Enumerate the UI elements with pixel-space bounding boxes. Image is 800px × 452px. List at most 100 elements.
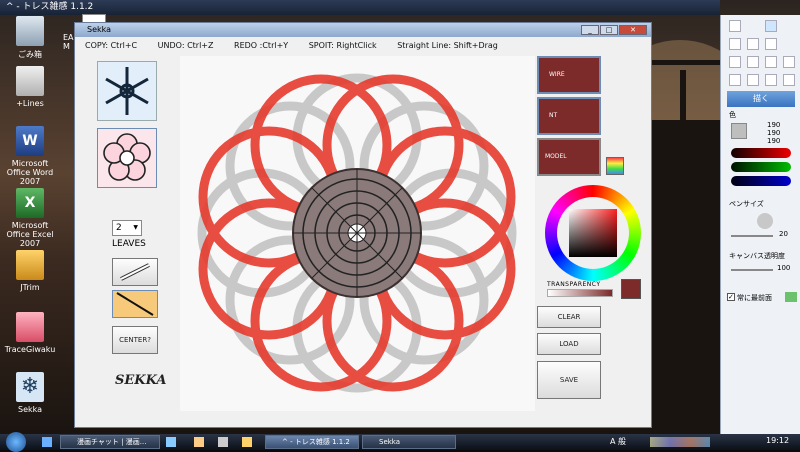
clear-label: CLEAR — [557, 313, 581, 321]
ie-icon[interactable] — [42, 437, 52, 447]
pen-tool-button[interactable] — [112, 258, 158, 286]
draw-button[interactable]: 描く — [727, 91, 795, 107]
always-front-label: 常に最前面 — [737, 294, 772, 302]
maximize-button[interactable]: □ — [600, 25, 618, 35]
center-label: CENTER? — [119, 336, 151, 344]
task-trace[interactable]: ^ - トレス雑感 1.1.2 — [265, 435, 359, 449]
leaves-select[interactable]: 2 ▼ — [112, 220, 142, 236]
drawing-canvas[interactable] — [180, 56, 535, 411]
desktop-icon-jtrim[interactable]: JTrim — [0, 250, 60, 292]
trace-side-panel: 描く 色 190 190 190 ペンサイズ 20 キャンバス透明度 100 ✓… — [720, 15, 800, 434]
recycle-bin-icon — [16, 16, 44, 46]
tool-grid — [729, 20, 795, 88]
sekka-logo: SEKKA — [115, 373, 167, 388]
settings-icon[interactable] — [783, 74, 795, 86]
mandala-drawing — [197, 73, 517, 393]
desktop-icon-word[interactable]: W Microsoft Office Word 2007 — [0, 126, 60, 186]
desktop-icon-label: Microsoft Office Excel 2007 — [6, 221, 54, 248]
snowflake-preview-button[interactable] — [97, 61, 157, 121]
color-wheel[interactable] — [545, 185, 641, 281]
excel-icon: X — [16, 188, 44, 218]
shape-tool-icon[interactable] — [783, 56, 795, 68]
arrow-left-icon[interactable] — [785, 292, 797, 302]
task-sekka[interactable]: Sekka — [362, 435, 456, 449]
desktop-icon-label: JTrim — [20, 283, 40, 292]
line-tool-button[interactable] — [112, 290, 158, 318]
green-slider[interactable] — [731, 162, 791, 172]
canvas-opacity-label: キャンバス透明度 — [729, 252, 785, 260]
preset-model-label: MODEL — [545, 153, 567, 160]
line-icon — [116, 292, 154, 316]
load-button[interactable]: LOAD — [537, 333, 601, 355]
transparency-label: TRANSPARENCY — [547, 281, 601, 288]
eraser-tool-icon[interactable] — [729, 38, 741, 50]
ime-indicator[interactable]: A 般 — [610, 436, 626, 447]
gray-color-swatch — [731, 123, 747, 139]
saturation-value-square[interactable] — [569, 209, 617, 257]
shortcut-hints: COPY: Ctrl+C UNDO: Ctrl+Z REDO :Ctrl+Y S… — [85, 41, 516, 50]
desktop-icon-recycle-bin[interactable]: ごみ箱 — [0, 16, 60, 60]
quicklaunch-icon-2[interactable] — [194, 437, 204, 447]
desktop-icon-label: Sekka — [17, 405, 43, 414]
save-button[interactable]: SAVE — [537, 361, 601, 399]
desktop-icon-tracegiwaku[interactable]: TraceGiwaku — [0, 312, 60, 354]
shortcut-redo: REDO :Ctrl+Y — [234, 41, 289, 50]
flower-preview-button[interactable] — [97, 128, 157, 188]
tray-icons[interactable] — [650, 437, 710, 447]
blue-slider[interactable] — [731, 176, 791, 186]
desktop-icon-lines[interactable]: +Lines — [0, 66, 60, 108]
clear-button[interactable]: CLEAR — [537, 306, 601, 328]
print-icon[interactable] — [765, 74, 777, 86]
flower-icon — [103, 133, 151, 181]
shortcut-copy: COPY: Ctrl+C — [85, 41, 138, 50]
open-folder-icon[interactable] — [729, 74, 741, 86]
leaves-value: 2 — [116, 223, 122, 233]
undo-tool-icon[interactable] — [765, 20, 777, 32]
chevron-down-icon: ▼ — [133, 224, 138, 231]
desktop-icon-sekka[interactable]: ❄ Sekka — [0, 372, 60, 414]
green-value: 190 — [767, 129, 781, 137]
preset-model-button[interactable]: MODEL — [537, 138, 601, 176]
rgb-values: 190 190 190 — [767, 121, 780, 145]
canvas-opacity-slider[interactable] — [731, 269, 773, 271]
sekka-title-bar[interactable]: Sekka — [75, 23, 651, 37]
pen-size-preview — [757, 213, 773, 229]
transparency-slider[interactable] — [547, 289, 613, 297]
always-front-checkbox[interactable]: ✓ — [727, 293, 735, 301]
minimize-button[interactable]: _ — [581, 25, 599, 35]
task-manga-chat[interactable]: 漫画チャット | 漫画... — [60, 435, 160, 449]
quicklaunch-icon-1[interactable] — [166, 437, 176, 447]
palette-icon[interactable] — [606, 157, 624, 175]
taskbar: 漫画チャット | 漫画... ^ - トレス雑感 1.1.2 Sekka A 般… — [0, 432, 800, 452]
shortcut-straight-line: Straight Line: Shift+Drag — [397, 41, 498, 50]
save-label: SAVE — [559, 376, 579, 384]
pen-icon — [120, 263, 150, 281]
desktop-icon-excel[interactable]: X Microsoft Office Excel 2007 — [0, 188, 60, 248]
color-label: 色 — [729, 111, 736, 119]
quicklaunch-icon-4[interactable] — [242, 437, 252, 447]
pencil-tool-icon[interactable] — [729, 20, 741, 32]
quicklaunch-icon-3[interactable] — [218, 437, 228, 447]
save-disk-icon[interactable] — [747, 74, 759, 86]
move-tool-icon[interactable] — [747, 56, 759, 68]
pen-size-slider[interactable] — [731, 235, 773, 237]
desktop-partial-label: EA M — [63, 33, 74, 51]
preset-nt-button[interactable]: NT — [537, 97, 601, 135]
select-tool-icon[interactable] — [729, 56, 741, 68]
preset-wire-button[interactable]: WIRE — [537, 56, 601, 94]
start-button[interactable] — [6, 432, 26, 452]
desktop-icon-label: ごみ箱 — [18, 50, 42, 59]
center-button[interactable]: CENTER? — [112, 326, 158, 354]
desktop-icon-label: Microsoft Office Word 2007 — [6, 159, 54, 186]
tracegiwaku-icon — [16, 312, 44, 342]
preset-nt-label: NT — [549, 112, 558, 119]
pen-size-label: ペンサイズ — [729, 200, 764, 208]
copy-tool-icon[interactable] — [747, 38, 759, 50]
snowflake-icon: ❄ — [16, 372, 44, 402]
scissors-tool-icon[interactable] — [765, 56, 777, 68]
background-window-title: ^ - トレス雑感 1.1.2 — [0, 0, 720, 15]
red-slider[interactable] — [731, 148, 791, 158]
close-tool-icon[interactable] — [765, 38, 777, 50]
window-title: Sekka — [87, 25, 112, 34]
close-button[interactable]: ✕ — [619, 25, 647, 35]
